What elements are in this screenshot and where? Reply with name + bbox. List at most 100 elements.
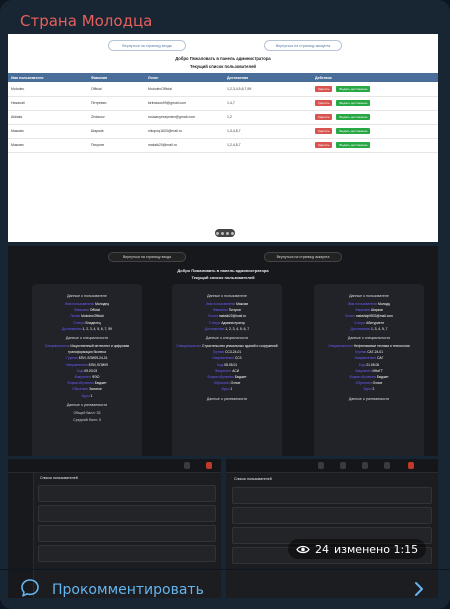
carousel-dots xyxy=(215,229,235,237)
edited-label: изменено 1:15 xyxy=(334,542,419,556)
spec-section-title: Данные о специальности xyxy=(65,336,109,341)
delete-button: Удалить xyxy=(315,100,333,106)
spec-field: Курс: 1 xyxy=(81,393,93,398)
screenshot-admin-table-light[interactable]: Вернуться на страницу входа Вернуться на… xyxy=(8,34,438,242)
mini-button-red xyxy=(206,462,212,469)
mini-button xyxy=(340,462,346,469)
cell: nikopxq1603@mail.ru xyxy=(145,124,224,139)
cell: Шарков xyxy=(88,124,145,139)
table-row: Hаsanali Петревич kirlmasos99@gmail.com … xyxy=(8,96,438,111)
back-to-account-button: Вернуться на страницу аккаунта xyxy=(264,252,342,262)
spec-field: Специальность: Искусственный интеллект и… xyxy=(44,344,130,355)
cell: Zhdanov xyxy=(88,110,145,125)
screenshot-admin-cards-dark[interactable]: Вернуться на страницу входа Вернуться на… xyxy=(8,246,438,456)
user-card: Данные о пользователе Имя пользователя: … xyxy=(32,284,142,456)
mini-button xyxy=(318,462,324,469)
welcome-heading: Добро Пожаловать в панель администратора xyxy=(175,56,271,61)
cell: Максим xyxy=(8,138,88,153)
mini-button xyxy=(184,462,190,469)
actions-cell: Удалить Выдать достижение xyxy=(312,82,438,97)
cell: Aldiaks xyxy=(8,110,88,125)
list-item xyxy=(38,505,216,522)
back-to-login-button: Вернуться на страницу входа xyxy=(108,40,186,51)
list-item xyxy=(38,525,216,542)
delete-button: Удалить xyxy=(315,85,333,92)
mini-button-red xyxy=(408,462,414,469)
table-row: Aldiaks Zhdanov russianyesepmen@gmail.co… xyxy=(8,110,438,125)
cell: Пичугин xyxy=(88,138,145,153)
list-item xyxy=(232,507,432,524)
mini-list-title: Список пользователей xyxy=(40,476,78,480)
user-section-title: Данные о пользователе xyxy=(207,294,247,298)
cell: MolodecOfficial xyxy=(145,82,224,97)
user-card: Данные о пользователе Имя пользователя: … xyxy=(314,284,424,456)
mini-list-title: Список пользователей xyxy=(234,477,272,481)
actions-cell: Удалить Выдать достижение xyxy=(312,124,438,139)
channel-post: Страна Молодца Вернуться на страницу вхо… xyxy=(0,0,450,609)
user-field: Достижения: 1, 2, 3, 4, 5, 6, 7, 99 xyxy=(62,326,112,331)
list-heading: Текущий список пользователей xyxy=(191,275,255,280)
col-header: Имя пользователя xyxy=(8,73,88,82)
cell: 1,3,4,5,7 xyxy=(224,124,312,139)
spec-field: Курс: 2 xyxy=(363,387,375,392)
user-field: Достижения: 1, 3, 4, 5, 7 xyxy=(350,326,388,331)
spec-section-title: Данные о специальности xyxy=(347,336,391,341)
cell: kirlmasos99@gmail.com xyxy=(145,96,224,111)
delete-button: Удалить xyxy=(315,114,333,120)
welcome-heading: Добро Пожаловать в панель администратора xyxy=(177,268,269,273)
mini-header xyxy=(226,459,438,473)
grant-achievement-button: Выдать достижение xyxy=(336,100,371,106)
list-item xyxy=(38,545,216,562)
average-score: Средний балл: 5 xyxy=(73,417,101,422)
chevron-right-icon[interactable] xyxy=(412,580,426,598)
table-row: Максим Пичугин maksik20@mail.ru 1,2,4,5,… xyxy=(8,138,438,153)
table-row: Molodec Official MolodecOfficial 1,2,3,4… xyxy=(8,82,438,97)
user-card: Данные о пользователе Имя пользователя: … xyxy=(172,284,282,456)
grant-achievement-button: Выдать достижение xyxy=(336,128,371,134)
views-badge: 24 изменено 1:15 xyxy=(288,539,427,559)
channel-title[interactable]: Страна Молодца xyxy=(20,12,152,30)
user-section-title: Данные о пользователе xyxy=(349,294,389,298)
perf-section-title: Данные о успеваемости xyxy=(206,396,248,401)
grant-achievement-button: Выдать достижение xyxy=(336,114,371,120)
cell: Hаsanali xyxy=(8,96,88,111)
comment-bar[interactable]: Прокомментировать xyxy=(0,569,450,609)
grant-achievement-button: Выдать достижение xyxy=(336,142,371,148)
cell: 1,2 xyxy=(224,110,312,125)
actions-cell: Удалить Выдать достижение xyxy=(312,110,438,125)
perf-section-title: Данные о успеваемости xyxy=(348,396,390,401)
cell: Official xyxy=(88,82,145,97)
spec-field: Курс: 1 xyxy=(221,387,233,392)
table-row: Максим Шарков nikopxq1603@mail.ru 1,3,4,… xyxy=(8,124,438,139)
table-header-row: Имя пользователя Фамилия Логин Достижени… xyxy=(8,73,438,82)
delete-button: Удалить xyxy=(315,142,333,148)
actions-cell: Удалить Выдать достижение xyxy=(312,138,438,153)
spec-section-title: Данные о специальности xyxy=(205,336,249,341)
eye-icon xyxy=(296,545,310,553)
comment-bubble-icon xyxy=(21,579,39,597)
grant-achievement-button: Выдать достижение xyxy=(336,85,371,92)
cell: 1,2,3,4,5,6,7,99 xyxy=(224,82,312,97)
comment-label[interactable]: Прокомментировать xyxy=(52,582,204,598)
total-score: Общий балл: 35 xyxy=(73,410,101,415)
col-header: Фамилия xyxy=(88,73,145,82)
views-count: 24 xyxy=(315,542,329,556)
user-field: Достижения: 1, 2, 3, 4, 5, 6, 7 xyxy=(204,326,250,331)
col-header: Достижения xyxy=(224,73,312,82)
list-heading: Текущий список пользователей xyxy=(189,64,256,69)
cell: russianyesepmen@gmail.com xyxy=(145,110,224,125)
mini-button xyxy=(362,462,368,469)
user-section-title: Данные о пользователе xyxy=(67,294,107,298)
users-table: Имя пользователя Фамилия Логин Достижени… xyxy=(8,73,438,153)
list-item xyxy=(232,487,432,504)
list-item xyxy=(38,485,216,502)
back-to-account-button: Вернуться на страницу аккаунта xyxy=(264,40,342,51)
cell: Максим xyxy=(8,124,88,139)
cell: maksik20@mail.ru xyxy=(145,138,224,153)
actions-cell: Удалить Выдать достижение xyxy=(312,96,438,111)
col-header: Логин xyxy=(145,73,224,82)
cell: Molodec xyxy=(8,82,88,97)
col-header: Действия xyxy=(312,73,438,82)
cell: Петревич xyxy=(88,96,145,111)
perf-section-title: Данные о успеваемости xyxy=(66,402,108,407)
